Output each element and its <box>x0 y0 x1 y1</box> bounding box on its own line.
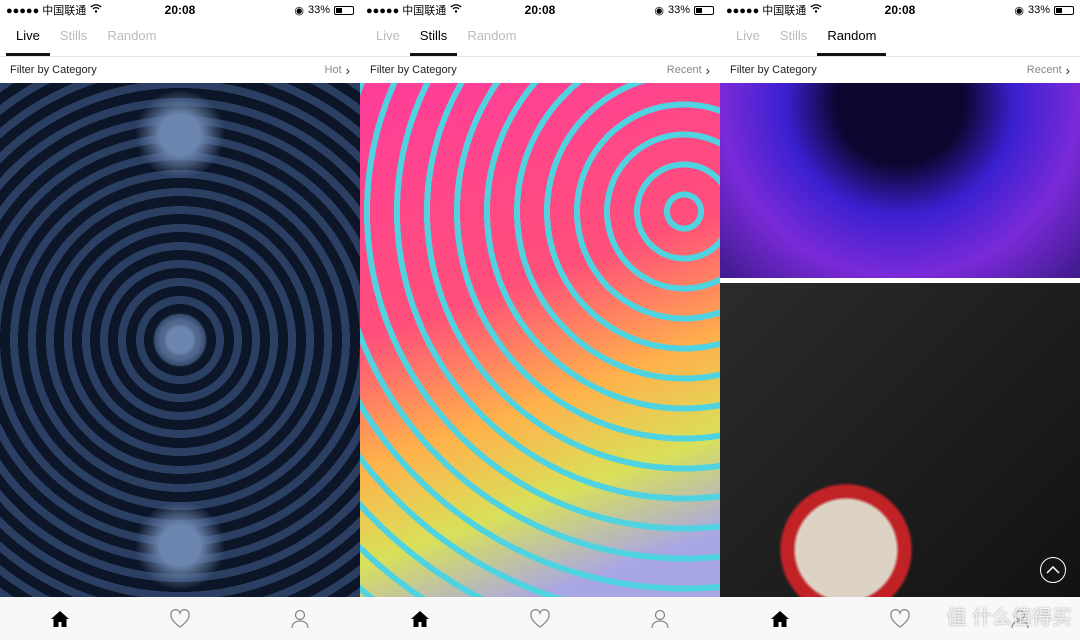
tab-live[interactable]: Live <box>726 20 770 56</box>
filter-row[interactable]: Filter by Category Recent › <box>720 57 1080 83</box>
tab-stills[interactable]: Stills <box>409 20 458 56</box>
sort-value: Hot <box>324 64 342 76</box>
heart-icon[interactable] <box>528 607 552 631</box>
carrier: ●●●●● 中国联通 <box>726 5 807 17</box>
watermark: 值 什么值得买 <box>946 607 1072 629</box>
bottom-tab-bar <box>0 597 360 640</box>
wallpaper-grid <box>360 83 720 597</box>
carrier: ●●●●● 中国联通 <box>6 5 87 17</box>
rotation-lock-icon: ◉ <box>1014 4 1024 17</box>
chevron-right-icon: › <box>345 62 350 78</box>
status-bar: ●●●●● 中国联通 20:08 ◉ 33% <box>0 0 360 20</box>
person-icon[interactable] <box>648 607 672 631</box>
filter-label: Filter by Category <box>730 64 817 76</box>
tab-random[interactable]: Random <box>97 20 166 56</box>
wallpaper-thumbnail[interactable] <box>720 83 1080 278</box>
wifi-icon <box>90 4 102 16</box>
chevron-up-circle-icon[interactable] <box>1040 557 1066 583</box>
filter-label: Filter by Category <box>10 64 97 76</box>
battery-icon <box>694 5 714 15</box>
battery-percent: 33% <box>307 4 330 16</box>
tab-stills[interactable]: Stills <box>50 20 97 56</box>
status-bar: ●●●●● 中国联通 20:08 ◉ 33% <box>360 0 720 20</box>
screen-random: ●●●●● 中国联通 20:08 ◉ 33% Live Stills Random… <box>720 0 1080 640</box>
heart-icon[interactable] <box>168 607 192 631</box>
sort-selector[interactable]: Hot › <box>325 63 350 78</box>
wallpaper-thumbnail[interactable] <box>720 283 1080 597</box>
chevron-right-icon: › <box>1065 62 1070 78</box>
tab-live[interactable]: Live <box>366 20 410 56</box>
home-icon[interactable] <box>408 607 432 631</box>
tab-random[interactable]: Random <box>817 20 887 56</box>
person-icon[interactable] <box>288 607 312 631</box>
wallpaper-grid <box>720 83 1080 597</box>
tab-random[interactable]: Random <box>457 20 526 56</box>
sort-selector[interactable]: Recent › <box>667 63 710 78</box>
sort-value: Recent <box>666 64 702 76</box>
sort-selector[interactable]: Recent › <box>1027 63 1070 78</box>
rotation-lock-icon: ◉ <box>654 4 664 17</box>
chevron-right-icon: › <box>705 62 710 78</box>
bottom-tab-bar <box>360 597 720 640</box>
battery-percent: 33% <box>667 4 690 16</box>
rotation-lock-icon: ◉ <box>294 4 304 17</box>
wallpaper-thumbnail[interactable] <box>360 83 720 597</box>
home-icon[interactable] <box>768 607 792 631</box>
wifi-icon <box>810 4 822 16</box>
wifi-icon <box>450 4 462 16</box>
status-bar: ●●●●● 中国联通 20:08 ◉ 33% <box>720 0 1080 20</box>
battery-percent: 33% <box>1027 4 1050 16</box>
wallpaper-grid <box>0 83 360 597</box>
category-tabs: Live Stills Random <box>0 20 360 57</box>
wallpaper-thumbnail[interactable] <box>0 83 360 597</box>
category-tabs: Live Stills Random <box>360 20 720 57</box>
screen-live: ●●●●● 中国联通 20:08 ◉ 33% Live Stills Random… <box>0 0 360 640</box>
sort-value: Recent <box>1026 64 1062 76</box>
battery-icon <box>1054 5 1074 15</box>
tab-live[interactable]: Live <box>6 20 50 56</box>
carrier: ●●●●● 中国联通 <box>366 5 447 17</box>
heart-icon[interactable] <box>888 607 912 631</box>
tab-stills[interactable]: Stills <box>770 20 817 56</box>
screen-stills: ●●●●● 中国联通 20:08 ◉ 33% Live Stills Random… <box>360 0 720 640</box>
filter-row[interactable]: Filter by Category Hot › <box>0 57 360 83</box>
category-tabs: Live Stills Random <box>720 20 1080 57</box>
home-icon[interactable] <box>48 607 72 631</box>
battery-icon <box>334 5 354 15</box>
filter-row[interactable]: Filter by Category Recent › <box>360 57 720 83</box>
filter-label: Filter by Category <box>370 64 457 76</box>
